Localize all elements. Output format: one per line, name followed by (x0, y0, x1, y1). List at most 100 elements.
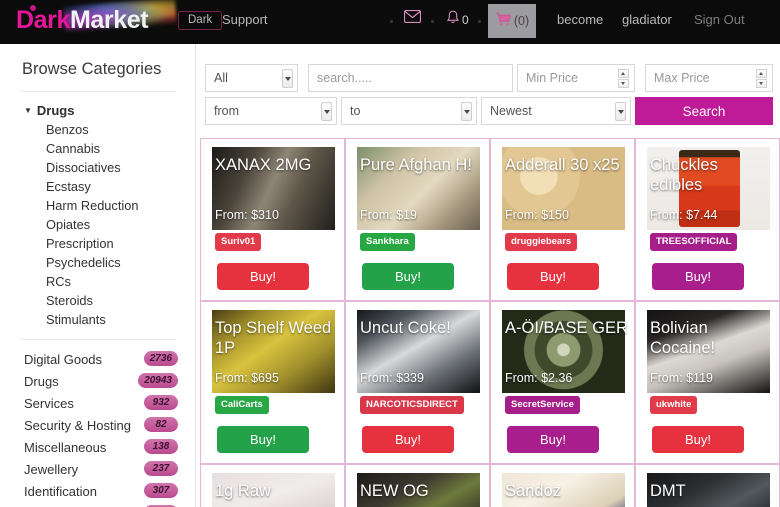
max-price-input[interactable]: Max Price (645, 64, 773, 92)
site-logo[interactable]: DarkMarket (16, 0, 177, 42)
sidebar-item-steroids[interactable]: Steroids (46, 293, 184, 308)
sidebar-item-prescription[interactable]: Prescription (46, 236, 184, 251)
product-title: Sandoz (505, 482, 561, 500)
sidebar-item-security-hosting[interactable]: Security & Hosting 82 (24, 417, 184, 435)
vendor-badge[interactable]: druggiebears (505, 233, 578, 251)
logo-dark-word: Dark (16, 6, 70, 34)
product-title: 1g Raw (215, 482, 271, 500)
product-title: Uncut Coke! (360, 319, 451, 337)
product-price: From: $7.44 (650, 208, 718, 222)
vendor-badge[interactable]: SecretService (505, 396, 580, 414)
sidebar-item-stimulants[interactable]: Stimulants (46, 312, 184, 327)
sidebar-item-psychedelics[interactable]: Psychedelics (46, 255, 184, 270)
nav-support-link[interactable]: Support (222, 12, 268, 27)
product-card[interactable]: Uncut Coke! From: $339 NARCOTICSDIRECT Buy! (345, 301, 490, 464)
chevron-down-icon (282, 69, 293, 88)
product-card[interactable]: A-ÖI/BASE GER From: $2.36 SecretService Buy… (490, 301, 635, 464)
sidebar: Browse Categories ▼ Drugs Benzos Cannabi… (0, 44, 196, 507)
cart-icon (495, 12, 512, 31)
sidebar-item-drugs[interactable]: Drugs 20943 (24, 373, 184, 391)
sort-select[interactable]: Newest (481, 97, 631, 125)
nav-separator-dot (431, 20, 434, 23)
sidebar-item-opiates[interactable]: Opiates (46, 217, 184, 232)
nav-gladiator-link[interactable]: gladiator (622, 12, 672, 27)
product-card[interactable]: XANAX 2MG From: $310 Suriv01 Buy! (200, 138, 345, 301)
buy-button[interactable]: Buy! (217, 426, 309, 453)
sidebar-item-cannabis[interactable]: Cannabis (46, 141, 184, 156)
product-card[interactable]: Top Shelf Weed 1P From: $695 CaliCarts Buy! (200, 301, 345, 464)
product-title: Top Shelf Weed 1P (215, 319, 332, 357)
sidebar-item-ecstasy[interactable]: Ecstasy (46, 179, 184, 194)
buy-button[interactable]: Buy! (652, 263, 744, 290)
bell-icon[interactable] (446, 10, 460, 30)
sidebar-item-label: Drugs (24, 374, 59, 389)
nav-become-link[interactable]: become (557, 12, 603, 27)
buy-button[interactable]: Buy! (652, 426, 744, 453)
chevron-down-icon (321, 102, 332, 121)
sidebar-item-benzos[interactable]: Benzos (46, 122, 184, 137)
search-button[interactable]: Search (635, 97, 773, 125)
product-title: NEW OG (360, 482, 429, 500)
min-price-placeholder: Min Price (526, 71, 579, 85)
sidebar-item-identification[interactable]: Identification 307 (24, 483, 184, 501)
product-card[interactable]: Bolivian Cocaine! From: $119 ukwhite Buy! (635, 301, 780, 464)
sidebar-item-harm-reduction[interactable]: Harm Reduction (46, 198, 184, 213)
sidebar-item-label: Jewellery (24, 462, 79, 477)
buy-button[interactable]: Buy! (362, 426, 454, 453)
sidebar-item-label: Identification (24, 484, 97, 499)
sidebar-item-miscellaneous[interactable]: Miscellaneous 138 (24, 439, 184, 457)
search-input[interactable]: search..... (308, 64, 513, 92)
product-title: Pure Afghan H! (360, 156, 472, 174)
min-price-input[interactable]: Min Price (517, 64, 635, 92)
buy-button[interactable]: Buy! (507, 426, 599, 453)
cart-count: (0) (513, 14, 530, 28)
category-select[interactable]: All (205, 64, 298, 92)
product-card[interactable]: Chuckles edibles From: $7.44 TREESOFFICIAL… (635, 138, 780, 301)
product-card[interactable]: DMT (635, 464, 780, 507)
sidebar-item-rcs[interactable]: RCs (46, 274, 184, 289)
product-price: From: $2.36 (505, 371, 573, 385)
sidebar-item-services[interactable]: Services 932 (24, 395, 184, 413)
sidebar-item-label: Security & Hosting (24, 418, 131, 433)
vendor-badge[interactable]: Sankhara (360, 233, 415, 251)
vendor-badge[interactable]: ukwhite (650, 396, 698, 414)
vendor-badge[interactable]: TREESOFFICIAL (650, 233, 738, 251)
buy-button[interactable]: Buy! (507, 263, 599, 290)
product-price: From: $695 (215, 371, 279, 385)
nav-sign-out-link[interactable]: Sign Out (694, 12, 745, 27)
date-from-select[interactable]: from (205, 97, 337, 125)
sidebar-item-jewellery[interactable]: Jewellery 237 (24, 461, 184, 479)
sidebar-item-label: Services (24, 396, 74, 411)
product-card[interactable]: Pure Afghan H! From: $19 Sankhara Buy! (345, 138, 490, 301)
product-grid: XANAX 2MG From: $310 Suriv01 Buy! Pure Afgha… (200, 138, 780, 507)
vendor-badge[interactable]: CaliCarts (215, 396, 269, 414)
sidebar-item-dissociatives[interactable]: Dissociatives (46, 160, 184, 175)
vendor-badge[interactable]: NARCOTICSDIRECT (360, 396, 464, 414)
category-group-drugs: ▼ Drugs Benzos Cannabis Dissociatives Ec… (12, 103, 184, 327)
category-select-value: All (214, 71, 228, 85)
min-price-stepper[interactable] (617, 69, 629, 88)
product-title: Bolivian Cocaine! (650, 319, 716, 357)
chevron-down-icon (615, 102, 626, 121)
product-title: Chuckles edibles (650, 156, 718, 194)
vendor-badge[interactable]: Suriv01 (215, 233, 262, 251)
status-badge: 932 (144, 395, 178, 410)
sidebar-item-label: Miscellaneous (24, 440, 107, 455)
cart-button[interactable]: (0) (488, 4, 536, 38)
product-title: XANAX 2MG (215, 156, 312, 174)
product-card[interactable]: Adderall 30 x25 From: $150 druggiebears Buy… (490, 138, 635, 301)
envelope-icon[interactable] (403, 9, 422, 28)
logo-market-word: Market (70, 6, 149, 34)
buy-button[interactable]: Buy! (217, 263, 309, 290)
product-card[interactable]: 1g Raw (200, 464, 345, 507)
max-price-stepper[interactable] (755, 69, 767, 88)
notification-count: 0 (462, 13, 469, 27)
product-price: From: $19 (360, 208, 417, 222)
buy-button[interactable]: Buy! (362, 263, 454, 290)
sidebar-group-header-drugs[interactable]: ▼ Drugs (24, 103, 184, 118)
dark-mode-badge[interactable]: Dark (178, 11, 223, 30)
date-to-select[interactable]: to (341, 97, 477, 125)
product-card[interactable]: Sandoz (490, 464, 635, 507)
product-card[interactable]: NEW OG (345, 464, 490, 507)
sidebar-item-digital-goods[interactable]: Digital Goods 2736 (24, 351, 184, 369)
